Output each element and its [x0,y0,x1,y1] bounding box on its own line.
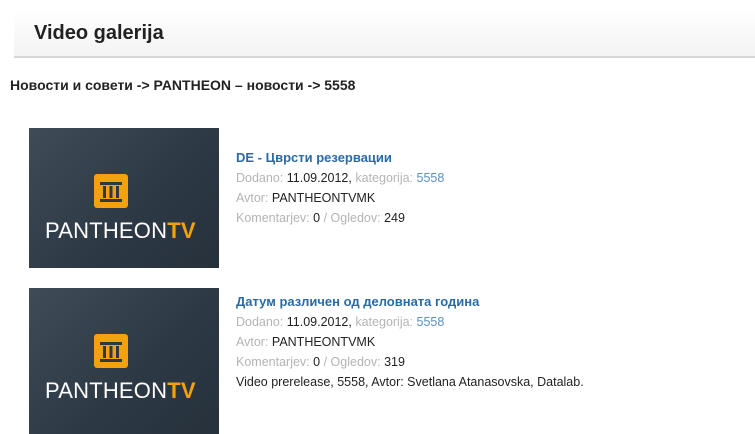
date-value: 11.09.2012 [286,171,349,185]
pillar-logo-icon [94,334,128,368]
date-value: 11.09.2012 [286,315,349,329]
views-label: Ogledov: [330,211,381,225]
breadcrumb: Новости и совети -> PANTHEON – новости -… [10,77,356,93]
comments-label: Komentarjev: [236,355,310,369]
comments-count: 0 [313,355,321,369]
pantheon-tv-logo: PANTHEONTV [45,378,196,403]
comments-label: Komentarjev: [236,211,310,225]
page-title: Video galerija [34,22,164,44]
video-info: Датум различен од деловната година Dodan… [236,294,584,389]
added-label: Dodano: [236,315,284,329]
added-label: Dodano: [236,171,284,185]
gallery-header: Video galerija [14,10,755,58]
category-label: kategorija: [355,171,414,185]
category-label: kategorija: [355,315,414,329]
views-label: Ogledov: [330,355,381,369]
author-value: PANTHEONTVMK [271,191,376,205]
video-thumbnail[interactable]: PANTHEONTV [29,288,219,434]
video-title-link[interactable]: DE - Цврсти резервации [236,150,392,165]
category-link[interactable]: 5558 [417,171,445,185]
video-thumbnail[interactable]: PANTHEONTV [29,128,219,268]
pantheon-tv-logo: PANTHEONTV [45,218,196,243]
author-label: Avtor: [236,335,269,349]
video-title-link[interactable]: Датум различен од деловната година [236,294,479,309]
video-info: DE - Цврсти резервации Dodano: 11.09.201… [236,150,445,225]
author-label: Avtor: [236,191,269,205]
views-count: 249 [384,211,405,225]
views-count: 319 [384,355,405,369]
video-description: Video prerelease, 5558, Avtor: Svetlana … [236,375,584,389]
category-link[interactable]: 5558 [417,315,445,329]
pillar-logo-icon [94,174,128,208]
comments-count: 0 [313,211,321,225]
author-value: PANTHEONTVMK [271,335,376,349]
